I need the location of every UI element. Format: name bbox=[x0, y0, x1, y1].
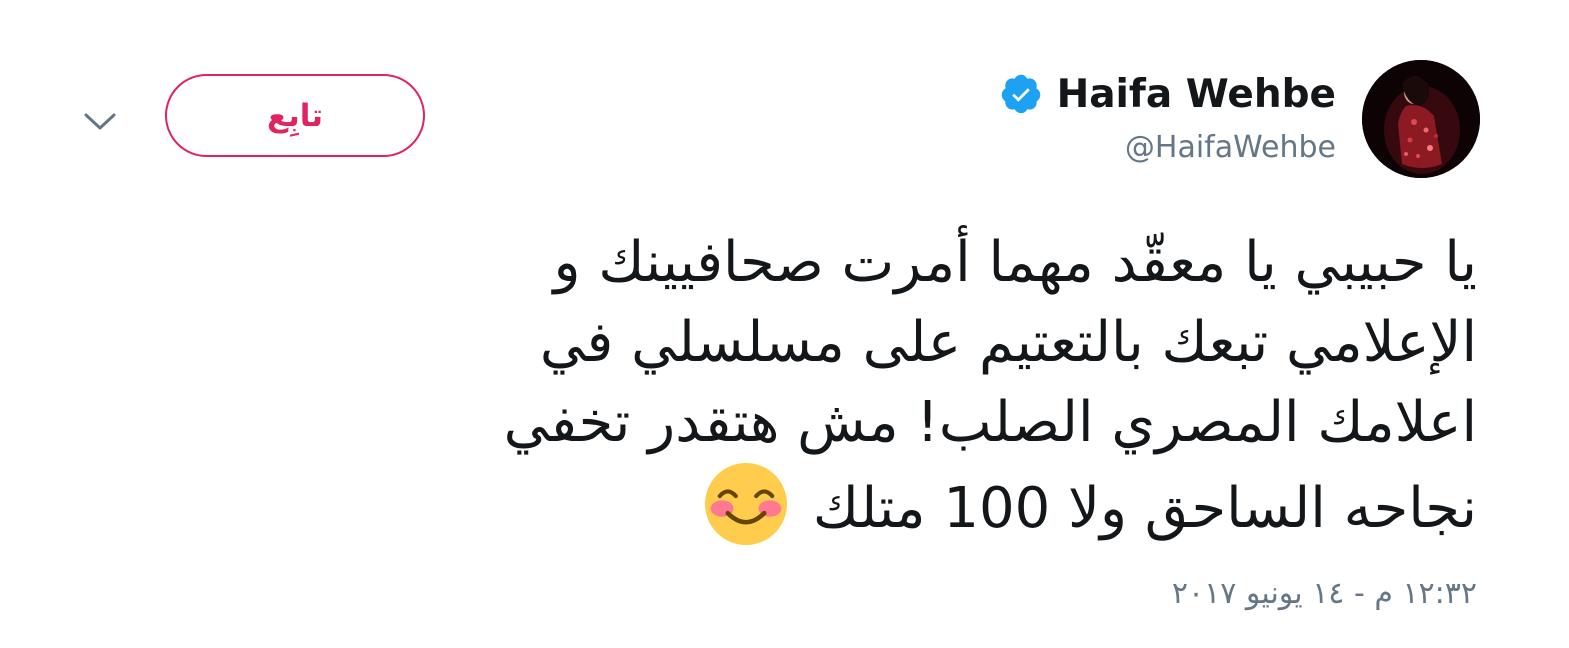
avatar[interactable] bbox=[1362, 60, 1480, 178]
tweet-text-line: اعلامك المصري الصلب! مش هتقدر تخفي bbox=[503, 390, 1477, 455]
author-name-row[interactable]: Haifa Wehbe bbox=[999, 68, 1336, 120]
tweet-text-line-last: نجاحه الساحق ولا 100 متلك bbox=[227, 463, 1477, 549]
more-options-button[interactable] bbox=[78, 100, 122, 144]
avatar-photo-icon bbox=[1362, 60, 1480, 178]
tweet-text: يا حبيبي يا معقّد مهما أمرت صحافيينك و ا… bbox=[227, 223, 1477, 549]
chevron-down-icon bbox=[84, 113, 116, 130]
tweet-timestamp[interactable]: ١٢:٣٢ م - ١٤ يونيو ٢٠١٧ bbox=[1172, 576, 1477, 611]
smiling-face-with-smiling-eyes-icon bbox=[705, 463, 788, 545]
author-handle[interactable]: @HaifaWehbe bbox=[1125, 130, 1336, 165]
follow-button[interactable]: تابِع bbox=[165, 74, 425, 157]
tweet-text-line-content: نجاحه الساحق ولا 100 متلك bbox=[812, 476, 1477, 541]
tweet-text-line: الإعلامي تبعك بالتعتيم على مسلسلي في bbox=[539, 310, 1477, 375]
tweet-text-line: يا حبيبي يا معقّد مهما أمرت صحافيينك و bbox=[553, 230, 1477, 295]
verified-badge-icon bbox=[1001, 74, 1040, 114]
tweet-card: Haifa Wehbe @HaifaWehbe تابِع يا حبيبي ي… bbox=[0, 0, 1569, 648]
author-display-name[interactable]: Haifa Wehbe bbox=[1057, 72, 1336, 117]
